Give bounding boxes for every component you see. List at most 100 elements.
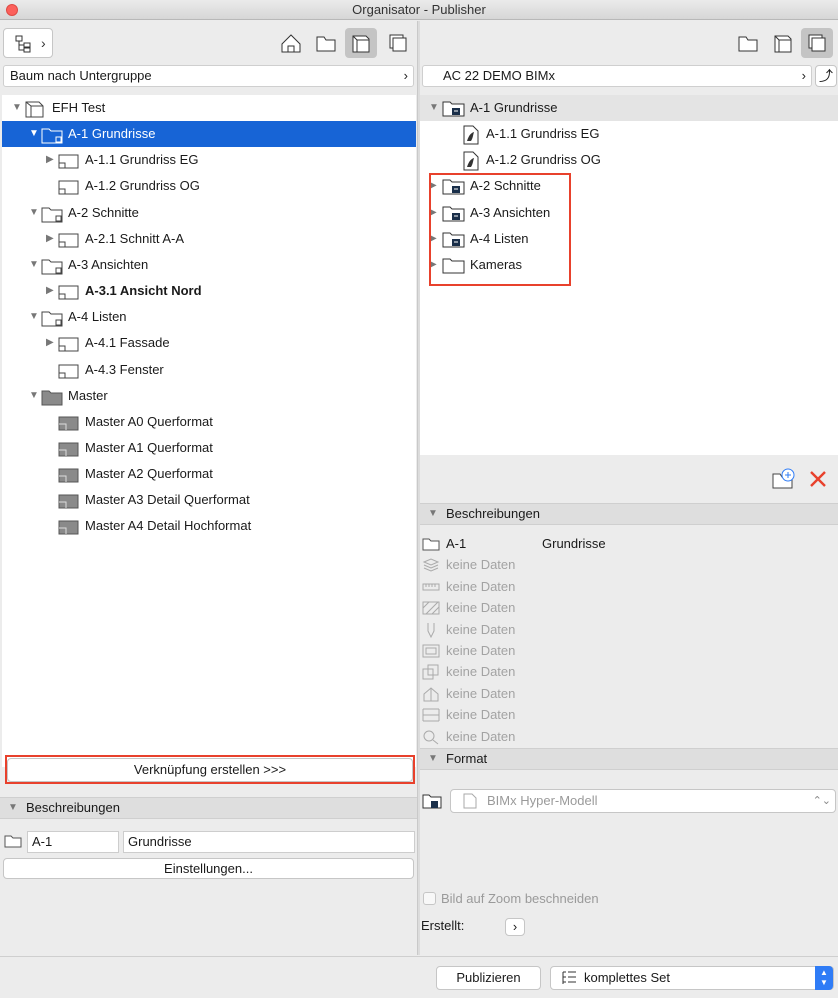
- tree-row[interactable]: ▼ A-1 Grundrisse: [420, 95, 838, 121]
- tree-row[interactable]: Master A1 Querformat: [2, 435, 416, 461]
- left-name-field[interactable]: Grundrisse: [123, 831, 415, 853]
- chevron-right-icon: ›: [512, 919, 518, 934]
- tree-row[interactable]: Master A3 Detail Querformat: [2, 487, 416, 513]
- expanded-triangle-icon[interactable]: ▼: [29, 252, 39, 278]
- tree-row[interactable]: A-1.1 Grundriss EG: [420, 121, 838, 147]
- tree-row-label: Master A2 Querformat: [85, 466, 213, 482]
- tree-row-label: A-1.2 Grundriss OG: [486, 152, 601, 168]
- crop-label: Bild auf Zoom beschneiden: [441, 891, 599, 906]
- publisher-sets-icon: [389, 34, 407, 52]
- layout-book-button-right[interactable]: [767, 28, 799, 58]
- tree-row[interactable]: ▶ A-1.1 Grundriss EG: [2, 147, 416, 173]
- tree-row[interactable]: A-1.2 Grundriss OG: [2, 173, 416, 199]
- publisher-sets-button-right[interactable]: [801, 28, 833, 58]
- project-map-button[interactable]: [275, 28, 307, 58]
- right-path-label: AC 22 DEMO BIMx: [443, 68, 555, 83]
- stepper-icon: ▲ ▼: [815, 966, 833, 990]
- tree-row-label: Master A1 Querformat: [85, 439, 213, 455]
- crop-checkbox[interactable]: [423, 892, 436, 905]
- description-key: keine Daten: [446, 621, 516, 637]
- description-key: keine Daten: [446, 685, 516, 701]
- collapsed-triangle-icon[interactable]: ▶: [46, 147, 56, 173]
- expand-triangle-icon: ▼: [428, 508, 438, 519]
- tree-row-label: Master A0 Querformat: [85, 413, 213, 429]
- view-map-button[interactable]: [310, 28, 342, 58]
- layout-book-button[interactable]: [345, 28, 377, 58]
- tree-row-label: A-4.3 Fenster: [85, 361, 164, 377]
- view-map-button-right[interactable]: [732, 28, 764, 58]
- description-row: keine Daten: [420, 640, 838, 661]
- publisher-sets-button[interactable]: [382, 28, 414, 58]
- expanded-triangle-icon[interactable]: ▼: [429, 95, 439, 121]
- settings-button[interactable]: Einstellungen...: [3, 858, 414, 879]
- format-header[interactable]: ▼ Format: [420, 748, 838, 770]
- bottom-bar: Publizieren komplettes Set ▲ ▼: [0, 956, 838, 998]
- folder-icon: [4, 833, 22, 852]
- description-key: keine Daten: [446, 557, 516, 573]
- tree-row-label: EFH Test: [52, 100, 106, 115]
- collapsed-triangle-icon[interactable]: ▶: [46, 330, 56, 356]
- tree-hierarchy-icon: [15, 35, 31, 53]
- go-up-button[interactable]: ⤴: [815, 65, 837, 87]
- tree-row[interactable]: Master A4 Detail Hochformat: [2, 513, 416, 539]
- new-folder-button[interactable]: [772, 468, 796, 493]
- description-key: A-1: [446, 536, 467, 551]
- tree-row[interactable]: Master A2 Querformat: [2, 461, 416, 487]
- close-window-button[interactable]: [6, 4, 18, 16]
- expanded-triangle-icon[interactable]: ▼: [29, 200, 39, 226]
- publish-label: Publizieren: [456, 970, 521, 985]
- expanded-triangle-icon[interactable]: ▼: [29, 304, 39, 330]
- left-id-value: A-1: [32, 834, 53, 849]
- tree-row[interactable]: ▼ Master: [2, 383, 416, 409]
- tree-row[interactable]: ▶ A-3.1 Ansicht Nord: [2, 278, 416, 304]
- left-path-selector[interactable]: Baum nach Untergruppe ›: [3, 65, 414, 87]
- delete-x-icon: [810, 471, 826, 487]
- tree-row[interactable]: ▼ A-3 Ansichten: [2, 252, 416, 278]
- tree-row-label: A-1 Grundrisse: [470, 100, 558, 115]
- left-tree: ▼ EFH Test ▼ A-1 Grundrisse ▶ A-1.1 Grundriss…: [2, 95, 416, 767]
- description-row: keine Daten: [420, 576, 838, 597]
- view-map-nav-button[interactable]: ›: [3, 28, 53, 58]
- description-row: keine Daten: [420, 704, 838, 725]
- window-titlebar: Organisator - Publisher: [0, 0, 838, 20]
- right-path-selector[interactable]: AC 22 DEMO BIMx ›: [422, 65, 812, 87]
- tree-row[interactable]: ▼ EFH Test: [2, 95, 416, 121]
- tree-row-label: A-4 Listen: [68, 309, 127, 325]
- publisher-sets-icon: [808, 34, 826, 52]
- right-descriptions-header[interactable]: ▼ Beschreibungen: [420, 503, 838, 525]
- new-folder-icon: [772, 468, 795, 489]
- left-name-value: Grundrisse: [128, 834, 192, 849]
- tree-row-label: A-1.1 Grundriss EG: [85, 152, 199, 168]
- tree-row[interactable]: ▼ A-2 Schnitte: [2, 200, 416, 226]
- format-select[interactable]: BIMx Hyper-Modell ⌃⌄: [450, 789, 836, 813]
- tree-row[interactable]: A-1.2 Grundriss OG: [420, 147, 838, 173]
- left-id-field[interactable]: A-1: [27, 831, 119, 853]
- tree-row-label: Master A3 Detail Querformat: [85, 492, 250, 508]
- publisher-folder-icon: [422, 792, 442, 813]
- tree-row[interactable]: ▶ A-2.1 Schnitt A-A: [2, 226, 416, 252]
- right-pane: AC 22 DEMO BIMx › ⤴ ▼ A-1 Grundrisse A-1.1…: [420, 21, 838, 955]
- tree-row[interactable]: ▶ A-4.1 Fassade: [2, 330, 416, 356]
- tree-row[interactable]: ▼ A-4 Listen: [2, 304, 416, 330]
- created-info-button[interactable]: ›: [505, 918, 525, 936]
- expanded-triangle-icon[interactable]: ▼: [29, 383, 39, 409]
- set-select[interactable]: komplettes Set ▲ ▼: [550, 966, 834, 990]
- description-row: keine Daten: [420, 597, 838, 618]
- description-key: keine Daten: [446, 643, 516, 658]
- expanded-triangle-icon[interactable]: ▼: [29, 121, 39, 147]
- chevron-right-icon: ›: [41, 35, 46, 51]
- stepper-icon: ⌃⌄: [812, 795, 831, 807]
- expanded-triangle-icon[interactable]: ▼: [12, 95, 22, 121]
- tree-row[interactable]: ▼ A-1 Grundrisse: [2, 121, 416, 148]
- collapsed-triangle-icon[interactable]: ▶: [46, 278, 56, 304]
- left-descriptions-header[interactable]: ▼ Beschreibungen: [0, 797, 417, 819]
- layout-book-icon: [774, 35, 792, 53]
- collapsed-triangle-icon[interactable]: ▶: [46, 226, 56, 252]
- tree-row-label: A-3 Ansichten: [68, 256, 149, 272]
- publish-button[interactable]: Publizieren: [436, 966, 541, 990]
- chevron-right-icon: ›: [403, 68, 408, 83]
- tree-row[interactable]: A-4.3 Fenster: [2, 357, 416, 383]
- delete-button[interactable]: [809, 470, 827, 491]
- tree-row[interactable]: Master A0 Querformat: [2, 409, 416, 435]
- description-row: keine Daten: [420, 661, 838, 682]
